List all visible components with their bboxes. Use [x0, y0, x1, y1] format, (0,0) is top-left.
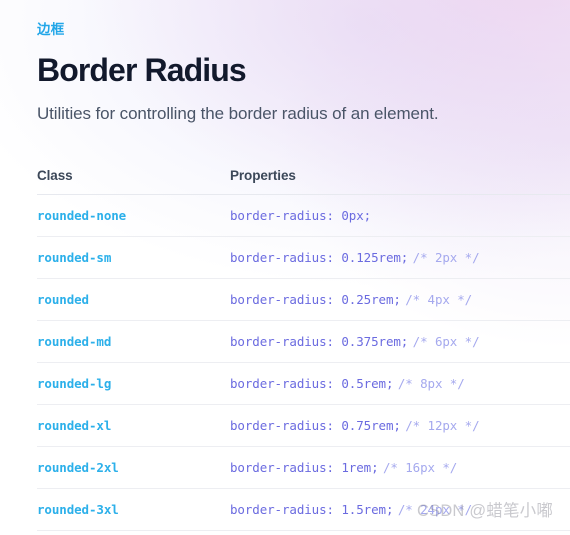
table-header-row: Class Properties: [37, 168, 570, 195]
cell-properties: border-radius: 0.75rem; /* 12px */: [230, 404, 570, 448]
table-row: rounded-md border-radius: 0.375rem; /* 6p…: [37, 320, 570, 364]
cell-properties: border-radius: 1rem; /* 16px */: [230, 446, 570, 490]
column-header-class: Class: [37, 168, 73, 184]
css-declaration: border-radius: 0.5rem;: [230, 375, 394, 391]
css-pixel-comment: /* 6px */: [412, 333, 480, 349]
css-pixel-comment: /* 4px */: [405, 291, 473, 307]
cell-properties: border-radius: 0.25rem; /* 4px */: [230, 278, 570, 322]
table-row: rounded-3xl border-radius: 1.5rem; /* 24p…: [37, 488, 570, 532]
css-declaration: border-radius: 0.375rem;: [230, 333, 409, 349]
table-row: rounded border-radius: 0.25rem; /* 4px */: [37, 278, 570, 322]
css-declaration: border-radius: 0.125rem;: [230, 249, 409, 265]
utility-class-name[interactable]: rounded-3xl: [37, 502, 119, 517]
cell-properties: border-radius: 0.125rem; /* 2px */: [230, 236, 570, 280]
utility-class-name[interactable]: rounded-none: [37, 208, 126, 223]
css-declaration: border-radius: 1rem;: [230, 459, 379, 475]
cell-class: rounded-md: [37, 320, 230, 364]
css-pixel-comment: /* 8px */: [397, 375, 465, 391]
utility-class-name[interactable]: rounded-xl: [37, 418, 111, 433]
breadcrumb-category-link[interactable]: 边框: [37, 0, 64, 38]
table-row: rounded-xl border-radius: 0.75rem; /* 12p…: [37, 404, 570, 448]
css-pixel-comment: /* 16px */: [382, 459, 458, 475]
cell-properties: border-radius: 0.5rem; /* 8px */: [230, 362, 570, 406]
cell-properties: border-radius: 1.5rem; /* 24px */: [230, 488, 570, 532]
utility-class-name[interactable]: rounded-md: [37, 334, 111, 349]
cell-class: rounded-lg: [37, 362, 230, 406]
css-pixel-comment: /* 12px */: [405, 417, 480, 433]
cell-class: rounded-sm: [37, 236, 230, 280]
page-title: Border Radius: [37, 52, 247, 88]
table-row: rounded-2xl border-radius: 1rem; /* 16px …: [37, 446, 570, 490]
cell-class: rounded: [37, 278, 230, 322]
utility-class-name[interactable]: rounded: [37, 292, 89, 307]
table-header: Class Properties: [37, 168, 570, 195]
cell-class: rounded-xl: [37, 404, 230, 448]
utility-class-name[interactable]: rounded-sm: [37, 250, 111, 265]
css-declaration: border-radius: 0.75rem;: [230, 417, 401, 433]
page-description: Utilities for controlling the border rad…: [37, 103, 439, 123]
cell-class: rounded-2xl: [37, 446, 230, 490]
css-declaration: border-radius: 0.25rem;: [230, 291, 401, 307]
cell-class: rounded-none: [37, 194, 230, 238]
column-header-properties: Properties: [230, 168, 296, 184]
border-radius-reference-table: Class Properties rounded-none border-radi…: [37, 168, 570, 532]
css-pixel-comment: /* 24px */: [397, 501, 473, 517]
css-declaration: border-radius: 0px;: [230, 207, 372, 223]
table-body: rounded-none border-radius: 0px; rounded-s…: [37, 194, 570, 532]
css-declaration: border-radius: 1.5rem;: [230, 501, 394, 517]
documentation-page: 边框 Border Radius Utilities for controlli…: [0, 0, 570, 532]
table-row: rounded-lg border-radius: 0.5rem; /* 8px …: [37, 362, 570, 406]
table-row: rounded-none border-radius: 0px;: [37, 194, 570, 238]
css-pixel-comment: /* 2px */: [412, 249, 480, 265]
cell-properties: border-radius: 0px;: [230, 194, 570, 238]
cell-properties: border-radius: 0.375rem; /* 6px */: [230, 320, 570, 364]
utility-class-name[interactable]: rounded-lg: [37, 376, 111, 391]
table-row: rounded-sm border-radius: 0.125rem; /* 2p…: [37, 236, 570, 280]
utility-class-name[interactable]: rounded-2xl: [37, 460, 119, 475]
cell-class: rounded-3xl: [37, 488, 230, 532]
